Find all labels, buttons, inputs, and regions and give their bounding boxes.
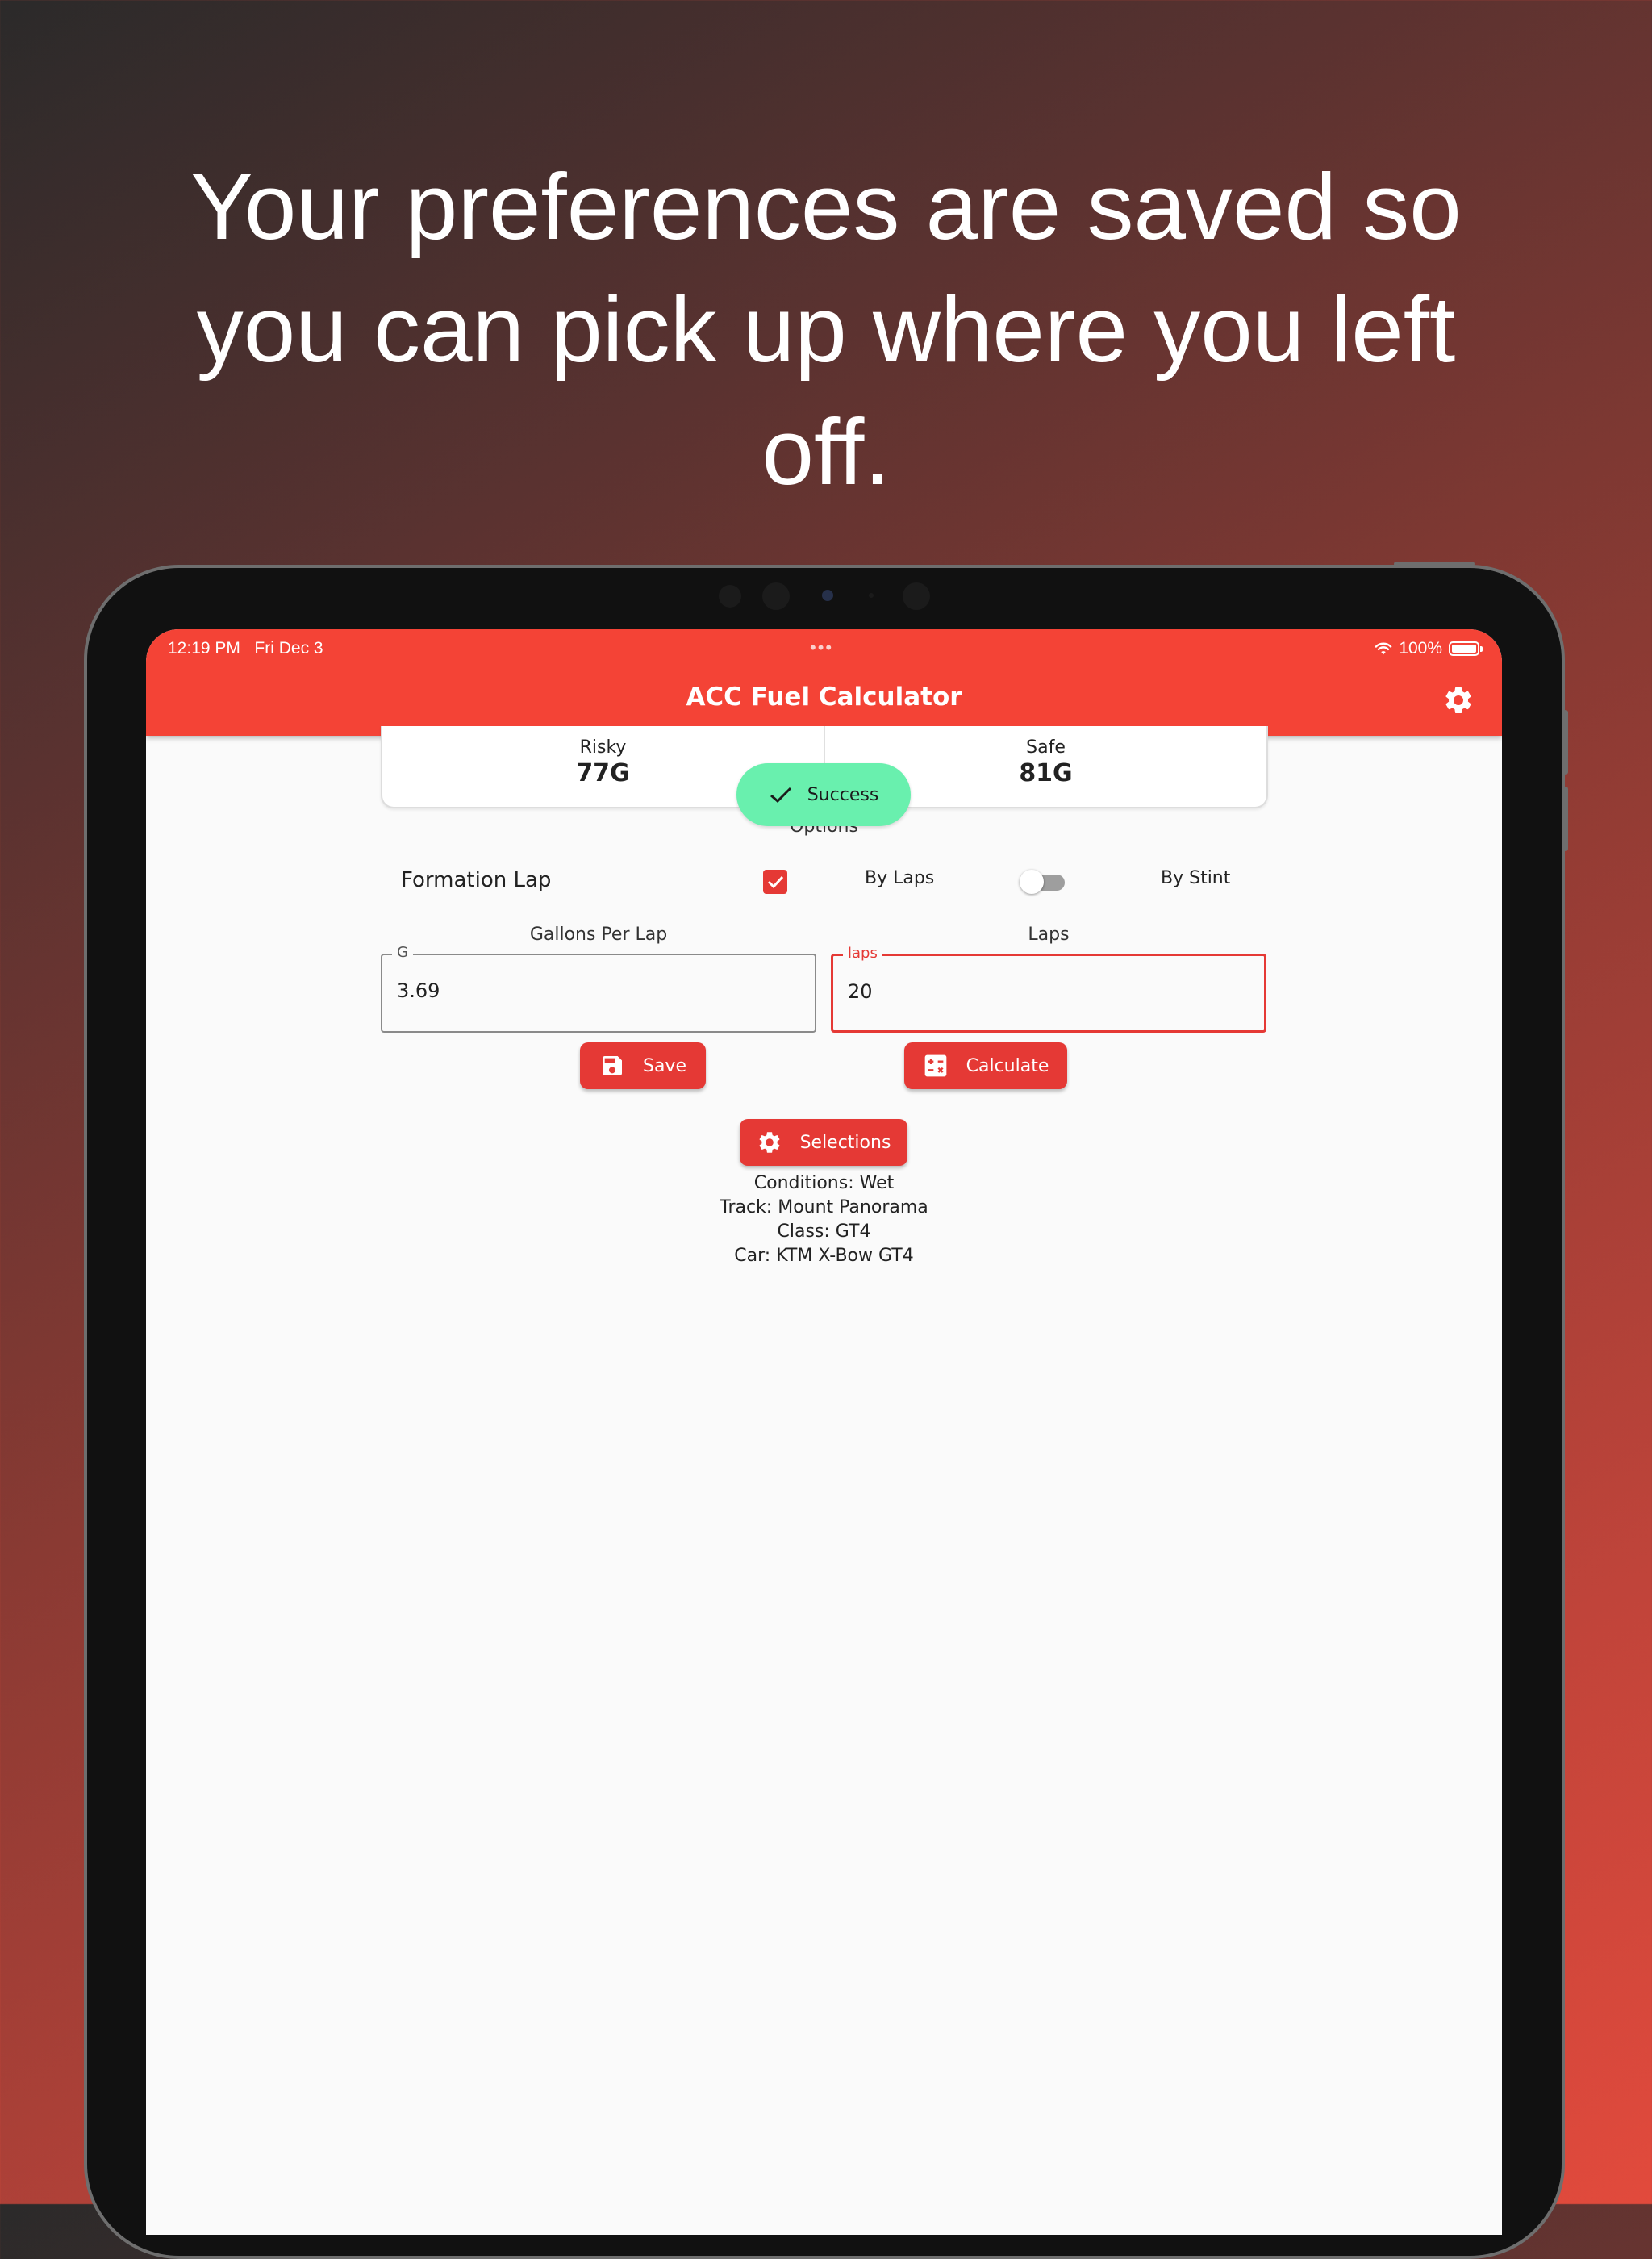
battery-icon	[1449, 641, 1483, 656]
gallons-per-lap-title: Gallons Per Lap	[529, 925, 668, 945]
save-button[interactable]: Save	[580, 1042, 706, 1089]
toggle-thumb[interactable]	[1020, 870, 1044, 894]
status-time-text: 12:19 PM	[168, 639, 240, 658]
toast-message: Success	[807, 784, 879, 805]
floppy-disk-icon	[602, 1056, 622, 1075]
check-icon	[767, 875, 784, 889]
multitasking-dots-icon[interactable]: •••	[810, 637, 833, 658]
formation-lap-checkbox[interactable]	[763, 870, 787, 894]
conditions-text: Conditions: Wet	[753, 1173, 895, 1193]
selections-label: Selections	[799, 1132, 891, 1153]
camera-sensor	[762, 582, 790, 610]
laps-input[interactable]	[848, 980, 1235, 1003]
selections-button[interactable]: Selections	[740, 1119, 907, 1166]
gear-icon	[759, 1132, 780, 1153]
by-stint-label: By Stint	[1161, 868, 1231, 888]
laps-stint-toggle[interactable]	[1020, 870, 1065, 894]
success-toast: Success	[736, 763, 911, 826]
laps-field[interactable]: laps	[831, 945, 1266, 1033]
app-screen: 12:19 PM Fri Dec 3 ••• 100% ACC Fuel Cal…	[146, 629, 1502, 2235]
safe-label: Safe	[1026, 737, 1066, 758]
camera-sensor	[869, 593, 874, 598]
car-text: Car: KTM X-Bow GT4	[734, 1246, 914, 1266]
app-title: ACC Fuel Calculator	[686, 683, 962, 712]
formation-lap-label: Formation Lap	[401, 868, 552, 892]
laps-title: Laps	[1028, 925, 1070, 945]
check-icon	[770, 787, 791, 804]
by-laps-label: By Laps	[865, 868, 935, 888]
options-row: Formation Lap By Laps By Stint	[146, 857, 1502, 905]
camera-lens	[822, 590, 833, 601]
app-bar: 12:19 PM Fri Dec 3 ••• 100% ACC Fuel Cal…	[146, 629, 1502, 736]
gear-icon[interactable]	[1442, 684, 1475, 716]
gallons-per-lap-field[interactable]: G	[381, 944, 816, 1033]
calculate-label: Calculate	[966, 1055, 1049, 1076]
status-date-text: Fri Dec 3	[254, 639, 323, 658]
risky-label: Risky	[579, 737, 627, 758]
status-right: 100%	[1375, 639, 1483, 658]
camera-sensor	[903, 582, 930, 610]
save-label: Save	[642, 1055, 686, 1076]
status-time: 12:19 PM Fri Dec 3	[168, 639, 323, 658]
calculate-button[interactable]: Calculate	[904, 1042, 1067, 1089]
battery-percent: 100%	[1399, 639, 1442, 658]
selections-summary: Conditions: Wet Track: Mount Panorama Cl…	[146, 1171, 1502, 1268]
track-text: Track: Mount Panorama	[720, 1197, 928, 1217]
wifi-icon	[1375, 642, 1392, 655]
gallons-field-legend: G	[392, 944, 413, 961]
class-text: Class: GT4	[777, 1221, 871, 1242]
laps-field-legend: laps	[843, 945, 882, 962]
gallons-per-lap-input[interactable]	[397, 979, 784, 1002]
camera-sensor	[719, 585, 741, 608]
marketing-headline: Your preferences are saved so you can pi…	[190, 154, 1462, 504]
calculator-icon	[924, 1054, 946, 1077]
status-bar: 12:19 PM Fri Dec 3 ••• 100%	[146, 634, 1502, 663]
